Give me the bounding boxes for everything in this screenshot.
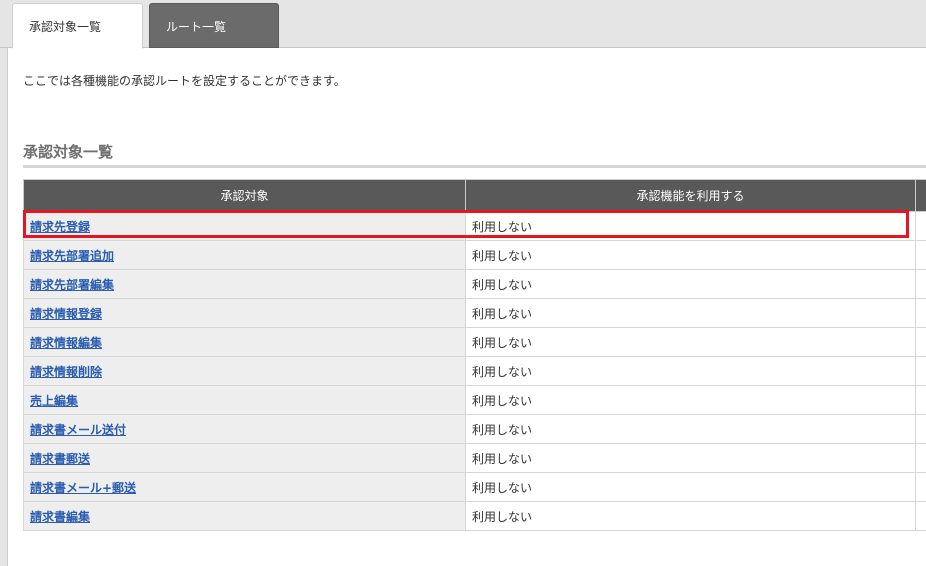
- table-row: 請求情報登録 利用しない: [23, 298, 926, 328]
- page: 承認対象一覧 ルート一覧 ここでは各種機能の承認ルートを設定することができます。…: [0, 0, 926, 566]
- tab-label: ルート一覧: [166, 20, 227, 34]
- table-row: 請求情報削除 利用しない: [23, 356, 926, 386]
- row-value: 利用しない: [465, 298, 916, 328]
- column-header-target: 承認対象: [23, 179, 466, 212]
- row-value: 利用しない: [465, 385, 916, 415]
- content-panel: ここでは各種機能の承認ルートを設定することができます。 承認対象一覧 承認対象 …: [7, 48, 926, 566]
- table-row: 請求先部署編集 利用しない: [23, 269, 926, 299]
- section-divider: [23, 165, 926, 168]
- row-value: 利用しない: [465, 356, 916, 386]
- table-row: 請求書メール+郵送 利用しない: [23, 472, 926, 502]
- target-link-customer-register[interactable]: 請求先登録: [30, 220, 90, 234]
- row-value: 利用しない: [465, 269, 916, 299]
- table-row: 請求書郵送 利用しない: [23, 443, 926, 473]
- row-value: 利用しない: [465, 414, 916, 444]
- target-link-invoice-email-mail[interactable]: 請求書メール+郵送: [30, 481, 136, 495]
- row-value: 利用しない: [465, 501, 916, 531]
- target-link-sales-edit[interactable]: 売上編集: [30, 394, 78, 408]
- row-value: 利用しない: [465, 472, 916, 502]
- approval-target-table: 承認対象 承認機能を利用する 請求先登録 利用しない 請求先部署追加 利用しない: [23, 179, 926, 531]
- target-link-customer-dept-edit[interactable]: 請求先部署編集: [30, 278, 114, 292]
- row-value: 利用しない: [465, 240, 916, 270]
- target-link-invoice-edit[interactable]: 請求書編集: [30, 510, 90, 524]
- target-link-billing-delete[interactable]: 請求情報削除: [30, 365, 102, 379]
- intro-text: ここでは各種機能の承認ルートを設定することができます。: [23, 74, 346, 88]
- section-title: 承認対象一覧: [23, 143, 114, 161]
- row-value: 利用しない: [465, 327, 916, 357]
- target-link-invoice-mail[interactable]: 請求書郵送: [30, 452, 90, 466]
- tab-route-list[interactable]: ルート一覧: [149, 3, 279, 48]
- table-row: 売上編集 利用しない: [23, 385, 926, 415]
- target-link-billing-edit[interactable]: 請求情報編集: [30, 336, 102, 350]
- table-row: 請求書編集 利用しない: [23, 501, 926, 531]
- table-row: 請求先部署追加 利用しない: [23, 240, 926, 270]
- table-row: 請求情報編集 利用しない: [23, 327, 926, 357]
- tab-label: 承認対象一覧: [29, 20, 102, 34]
- target-link-invoice-email[interactable]: 請求書メール送付: [30, 423, 126, 437]
- column-header-use-approval: 承認機能を利用する: [465, 179, 916, 212]
- target-link-customer-dept-add[interactable]: 請求先部署追加: [30, 249, 114, 263]
- row-value: 利用しない: [465, 211, 916, 241]
- column-header-extra: [915, 179, 926, 212]
- tab-bar: 承認対象一覧 ルート一覧: [0, 0, 926, 49]
- table-row: 請求先登録 利用しない: [23, 211, 926, 241]
- row-value: 利用しない: [465, 443, 916, 473]
- table-row: 請求書メール送付 利用しない: [23, 414, 926, 444]
- table-header-row: 承認対象 承認機能を利用する: [23, 179, 926, 212]
- target-link-billing-register[interactable]: 請求情報登録: [30, 307, 102, 321]
- tab-approval-targets[interactable]: 承認対象一覧: [12, 3, 143, 49]
